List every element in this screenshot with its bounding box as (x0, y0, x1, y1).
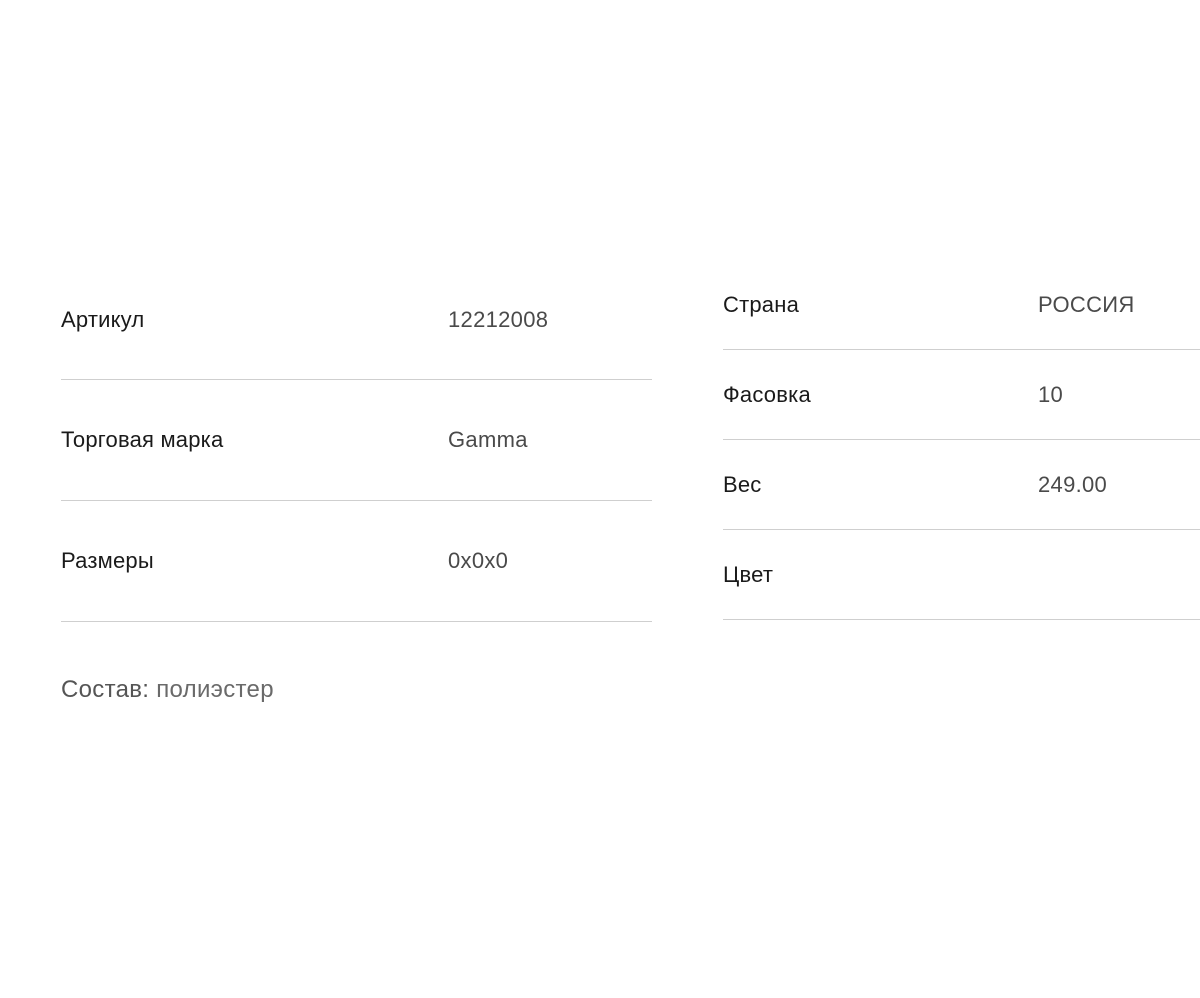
spec-label: Вес (723, 471, 762, 497)
spec-row-packaging: Фасовка 10 (723, 350, 1200, 440)
spec-label: Фасовка (723, 381, 811, 407)
spec-label: Артикул (61, 306, 145, 332)
spec-value: 0x0x0 (448, 548, 509, 573)
spec-label: Цвет (723, 561, 774, 587)
composition-label: Состав: (61, 676, 157, 703)
spec-label: Страна (723, 291, 800, 317)
product-specs-page: Артикул 12212008 Торговая марка Gamma Ра… (0, 0, 1200, 998)
spec-row-weight: Вес 249.00 (723, 440, 1200, 530)
specs-table-left: Артикул 12212008 Торговая марка Gamma Ра… (61, 260, 652, 622)
spec-value: 10 (1038, 381, 1064, 407)
spec-row-color: Цвет (723, 530, 1200, 620)
spec-value: Gamma (448, 427, 528, 452)
spec-value: 249.00 (1038, 471, 1108, 497)
spec-label: Торговая марка (61, 427, 224, 452)
spec-label: Размеры (61, 548, 154, 573)
spec-row-article: Артикул 12212008 (61, 260, 652, 380)
composition-line: Состав: полиэстер (61, 676, 274, 704)
spec-value: РОССИЯ (1038, 291, 1135, 317)
spec-row-dimensions: Размеры 0x0x0 (61, 501, 652, 622)
composition-value: полиэстер (156, 676, 274, 703)
spec-value: 12212008 (448, 306, 549, 332)
spec-row-country: Страна РОССИЯ (723, 260, 1200, 350)
spec-row-brand: Торговая марка Gamma (61, 380, 652, 501)
specs-table-right: Страна РОССИЯ Фасовка 10 Вес 249.00 Цвет (723, 260, 1200, 620)
